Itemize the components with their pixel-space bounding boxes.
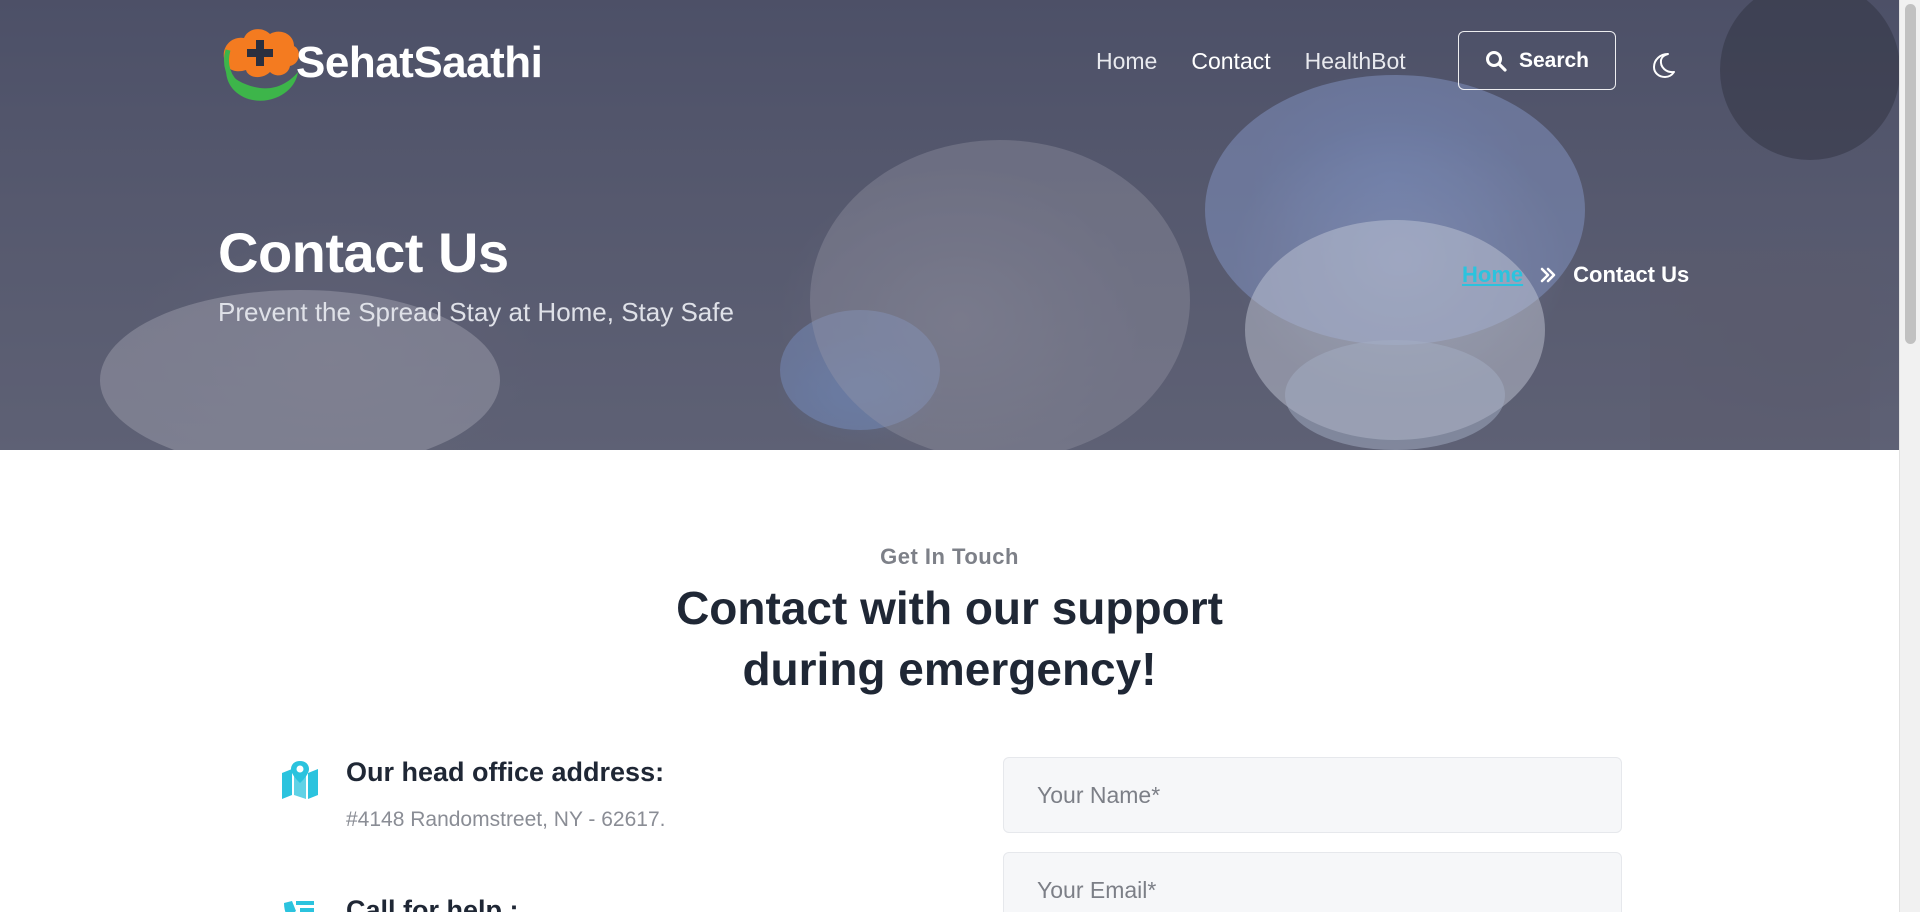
nav-link-healthbot[interactable]: HealthBot [1305, 48, 1406, 75]
contact-info-phone: Call for help : [280, 895, 519, 912]
page-subtitle: Prevent the Spread Stay at Home, Stay Sa… [218, 297, 734, 327]
brand-name: SehatSaathi [296, 38, 543, 87]
email-input[interactable] [1003, 852, 1622, 912]
search-button-label: Search [1518, 48, 1590, 72]
section-title-line-2: during emergency! [742, 643, 1157, 695]
breadcrumb-current: Contact Us [1573, 262, 1690, 287]
address-title: Our head office address: [346, 757, 665, 787]
nav-link-home[interactable]: Home [1096, 48, 1157, 75]
brand-logo[interactable]: SehatSaathi [218, 20, 543, 106]
section-title-line-1: Contact with our support [676, 582, 1223, 634]
double-chevron-right-icon [1539, 266, 1557, 284]
search-button[interactable]: Search [1458, 31, 1616, 90]
phone-call-icon [284, 901, 314, 912]
contact-info-address: Our head office address: #4148 Randomstr… [280, 757, 665, 832]
nav-link-contact[interactable]: Contact [1191, 48, 1270, 75]
moon-icon[interactable] [1648, 50, 1678, 80]
address-value: #4148 Randomstreet, NY - 62617. [346, 808, 666, 831]
scrollbar-thumb[interactable] [1905, 4, 1916, 344]
main-nav: Home Contact HealthBot [1096, 48, 1440, 75]
hero-banner: SehatSaathi Home Contact HealthBot Searc… [0, 0, 1899, 450]
logo-icon [223, 29, 299, 101]
map-pin-icon [282, 761, 318, 799]
search-icon [1485, 50, 1507, 72]
page-scrollbar[interactable] [1899, 0, 1920, 912]
breadcrumb-home[interactable]: Home [1462, 262, 1523, 288]
phone-title: Call for help : [346, 895, 519, 912]
section-eyebrow: Get In Touch [880, 544, 1019, 569]
section-title: Contact with our support during emergenc… [0, 578, 1899, 700]
breadcrumb: Home Contact Us [1462, 262, 1689, 288]
page-title: Contact Us [218, 221, 509, 284]
name-input[interactable] [1003, 757, 1622, 833]
